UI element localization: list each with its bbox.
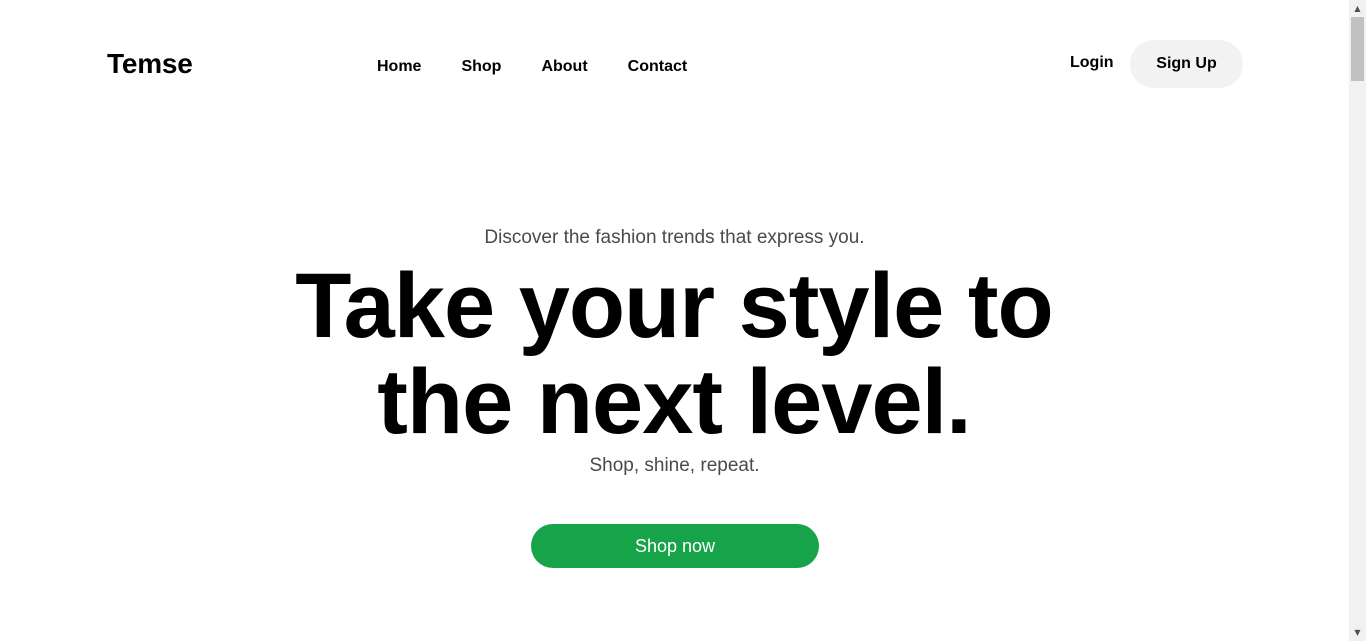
nav-item-home[interactable]: Home xyxy=(377,57,421,77)
hero-tagline: Shop, shine, repeat. xyxy=(589,455,760,476)
signup-button[interactable]: Sign Up xyxy=(1130,40,1243,88)
chevron-up-icon[interactable]: ▲ xyxy=(1349,0,1366,17)
page: Temse Home Shop About Contact Login Sign… xyxy=(0,0,1349,641)
nav-item-contact[interactable]: Contact xyxy=(628,57,688,77)
vertical-scrollbar[interactable]: ▲ ▼ xyxy=(1349,0,1366,641)
shop-now-button[interactable]: Shop now xyxy=(531,524,819,568)
chevron-down-icon[interactable]: ▼ xyxy=(1349,624,1366,641)
hero-subtitle: Discover the fashion trends that express… xyxy=(484,227,865,248)
site-logo[interactable]: Temse xyxy=(107,46,193,82)
hero-title: Take your style to the next level. xyxy=(295,255,1053,453)
nav-item-about[interactable]: About xyxy=(541,57,587,77)
login-link[interactable]: Login xyxy=(1070,53,1114,73)
scroll-thumb[interactable] xyxy=(1351,17,1364,81)
main-nav: Home Shop About Contact xyxy=(377,57,687,77)
nav-item-shop[interactable]: Shop xyxy=(461,57,501,77)
